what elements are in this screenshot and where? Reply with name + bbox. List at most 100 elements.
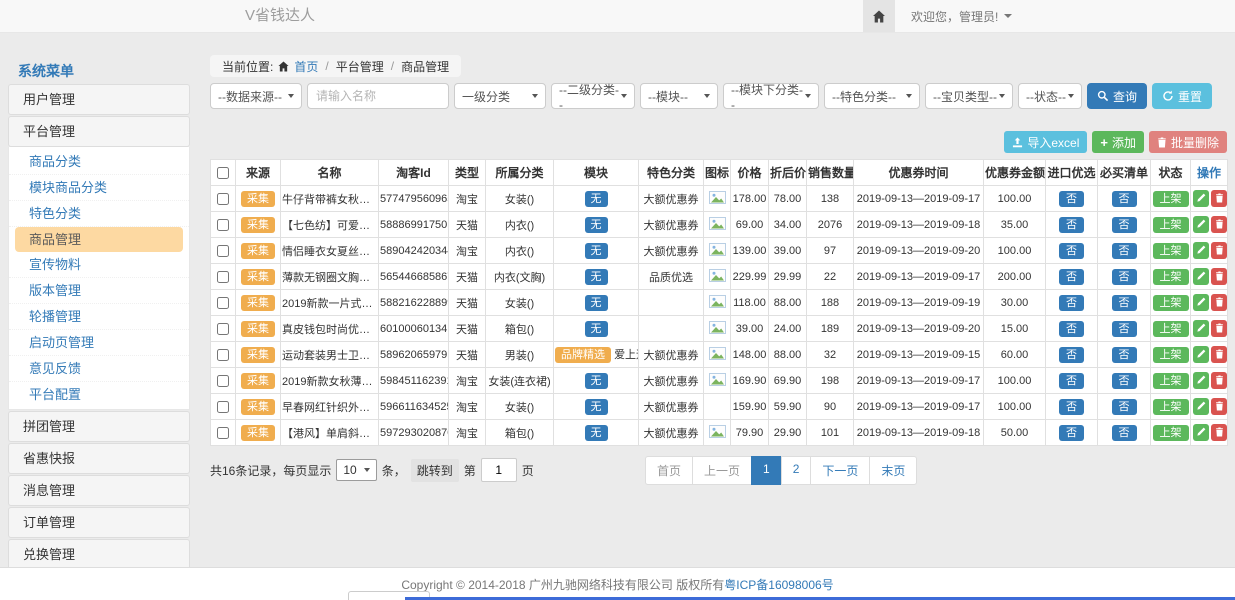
imported-toggle[interactable]: 否 [1059, 425, 1084, 441]
pager-item[interactable]: 下一页 [810, 456, 870, 485]
filter-select[interactable]: 一级分类 [454, 83, 546, 109]
must-buy-toggle[interactable]: 否 [1112, 191, 1137, 207]
sidebar-item[interactable]: 平台配置 [9, 382, 189, 407]
edit-button[interactable] [1193, 372, 1209, 389]
must-buy-toggle[interactable]: 否 [1112, 373, 1137, 389]
edit-button[interactable] [1193, 424, 1209, 441]
must-buy-toggle[interactable]: 否 [1112, 217, 1137, 233]
imported-toggle[interactable]: 否 [1059, 399, 1084, 415]
row-checkbox[interactable] [217, 219, 229, 231]
sidebar-group[interactable]: 省惠快报 [8, 443, 190, 474]
filter-name-input[interactable] [307, 83, 449, 109]
module-badge[interactable]: 无 [585, 243, 608, 259]
module-badge[interactable]: 无 [585, 373, 608, 389]
filter-select[interactable]: --模块下分类-- [723, 83, 819, 109]
edit-button[interactable] [1193, 216, 1209, 233]
pager-item[interactable]: 末页 [869, 456, 917, 485]
filter-select[interactable]: --特色分类-- [824, 83, 920, 109]
imported-toggle[interactable]: 否 [1059, 373, 1084, 389]
edit-button[interactable] [1193, 268, 1209, 285]
must-buy-toggle[interactable]: 否 [1112, 399, 1137, 415]
home-button[interactable] [863, 0, 895, 32]
sidebar-group[interactable]: 用户管理 [8, 84, 190, 115]
imported-toggle[interactable]: 否 [1059, 269, 1084, 285]
filter-select[interactable]: --宝贝类型-- [925, 83, 1013, 109]
imported-toggle[interactable]: 否 [1059, 347, 1084, 363]
row-checkbox[interactable] [217, 349, 229, 361]
add-button[interactable]: + 添加 [1092, 131, 1144, 153]
row-checkbox[interactable] [217, 427, 229, 439]
row-checkbox[interactable] [217, 271, 229, 283]
must-buy-toggle[interactable]: 否 [1112, 295, 1137, 311]
status-button[interactable]: 上架 [1153, 191, 1189, 207]
edit-button[interactable] [1193, 346, 1209, 363]
status-button[interactable]: 上架 [1153, 425, 1189, 441]
delete-button[interactable] [1211, 190, 1227, 207]
sidebar-item[interactable]: 意见反馈 [9, 356, 189, 382]
status-button[interactable]: 上架 [1153, 347, 1189, 363]
edit-button[interactable] [1193, 320, 1209, 337]
delete-button[interactable] [1211, 372, 1227, 389]
status-button[interactable]: 上架 [1153, 269, 1189, 285]
status-button[interactable]: 上架 [1153, 217, 1189, 233]
must-buy-toggle[interactable]: 否 [1112, 321, 1137, 337]
filter-select[interactable]: --二级分类-- [551, 83, 635, 109]
page-number-input[interactable] [481, 458, 517, 482]
status-button[interactable]: 上架 [1153, 295, 1189, 311]
row-checkbox[interactable] [217, 375, 229, 387]
delete-button[interactable] [1211, 398, 1227, 415]
edit-button[interactable] [1193, 242, 1209, 259]
sidebar-item[interactable]: 特色分类 [9, 201, 189, 227]
reset-button[interactable]: 重置 [1152, 83, 1212, 109]
edit-button[interactable] [1193, 398, 1209, 415]
delete-button[interactable] [1211, 424, 1227, 441]
delete-button[interactable] [1211, 294, 1227, 311]
sidebar-group[interactable]: 消息管理 [8, 475, 190, 506]
pager-item[interactable]: 首页 [645, 456, 693, 485]
filter-select[interactable]: --模块-- [640, 83, 718, 109]
sidebar-item[interactable]: 轮播管理 [9, 304, 189, 330]
module-badge[interactable]: 无 [585, 399, 608, 415]
module-badge[interactable]: 无 [585, 269, 608, 285]
sidebar-item[interactable]: 版本管理 [9, 278, 189, 304]
must-buy-toggle[interactable]: 否 [1112, 269, 1137, 285]
status-button[interactable]: 上架 [1153, 399, 1189, 415]
module-badge[interactable]: 无 [585, 191, 608, 207]
delete-button[interactable] [1211, 242, 1227, 259]
module-badge[interactable]: 无 [585, 217, 608, 233]
sidebar-item[interactable]: 商品分类 [9, 149, 189, 175]
user-dropdown[interactable]: 欢迎您，管理员! [911, 8, 1012, 25]
select-all-checkbox[interactable] [217, 167, 229, 179]
imported-toggle[interactable]: 否 [1059, 243, 1084, 259]
sidebar-group[interactable]: 拼团管理 [8, 411, 190, 442]
imported-toggle[interactable]: 否 [1059, 217, 1084, 233]
sidebar-group[interactable]: 订单管理 [8, 507, 190, 538]
breadcrumb-home-link[interactable]: 首页 [294, 58, 318, 75]
sidebar-group[interactable]: 兑换管理 [8, 539, 190, 569]
must-buy-toggle[interactable]: 否 [1112, 243, 1137, 259]
module-badge[interactable]: 无 [585, 321, 608, 337]
status-button[interactable]: 上架 [1153, 373, 1189, 389]
imported-toggle[interactable]: 否 [1059, 191, 1084, 207]
edit-button[interactable] [1193, 294, 1209, 311]
status-button[interactable]: 上架 [1153, 321, 1189, 337]
imported-toggle[interactable]: 否 [1059, 321, 1084, 337]
icp-link[interactable]: 粤ICP备16098006号 [724, 576, 833, 593]
imported-toggle[interactable]: 否 [1059, 295, 1084, 311]
per-page-select[interactable]: 10 [336, 459, 376, 481]
delete-button[interactable] [1211, 216, 1227, 233]
pager-item[interactable]: 上一页 [692, 456, 752, 485]
sidebar-item-active[interactable]: 商品管理 [15, 227, 183, 252]
status-button[interactable]: 上架 [1153, 243, 1189, 259]
sidebar-item[interactable]: 启动页管理 [9, 330, 189, 356]
row-checkbox[interactable] [217, 245, 229, 257]
row-checkbox[interactable] [217, 193, 229, 205]
module-badge[interactable]: 无 [585, 295, 608, 311]
must-buy-toggle[interactable]: 否 [1112, 425, 1137, 441]
import-excel-button[interactable]: 导入excel [1004, 131, 1087, 153]
filter-select[interactable]: --数据来源-- [210, 83, 302, 109]
row-checkbox[interactable] [217, 297, 229, 309]
row-checkbox[interactable] [217, 401, 229, 413]
pager-item[interactable]: 2 [781, 456, 812, 485]
delete-button[interactable] [1211, 320, 1227, 337]
